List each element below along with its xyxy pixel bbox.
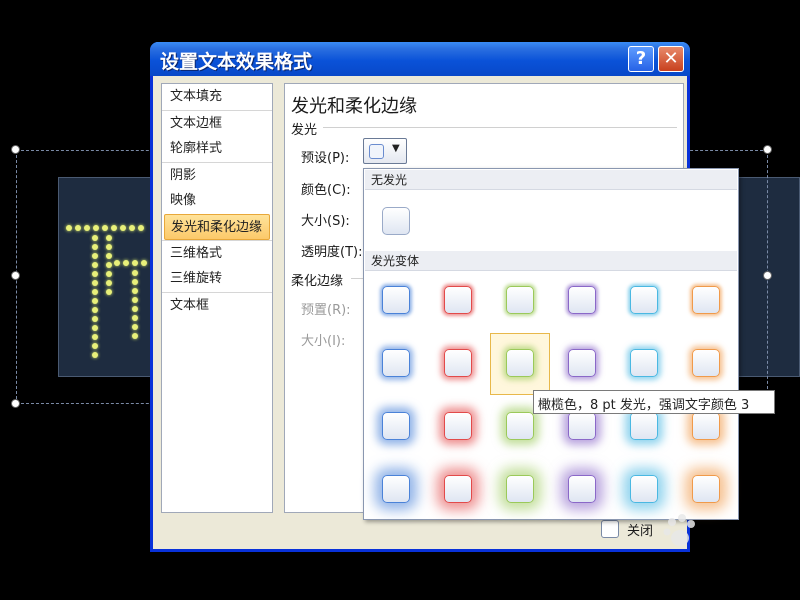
glow-swatch[interactable]	[444, 349, 472, 377]
category-item[interactable]: 文本填充	[162, 84, 272, 110]
glow-swatch[interactable]	[568, 286, 596, 314]
glow-swatch[interactable]	[630, 286, 658, 314]
category-item[interactable]: 发光和柔化边缘	[164, 214, 270, 240]
category-item[interactable]: 映像	[162, 188, 272, 214]
watermark-logo	[663, 514, 695, 546]
size-label: 大小(S):	[301, 214, 350, 229]
resize-handle-left[interactable]	[11, 271, 20, 280]
glow-swatch[interactable]	[382, 475, 410, 503]
glow-swatch[interactable]	[692, 412, 720, 440]
panel-title: 发光和柔化边缘	[291, 96, 417, 117]
category-item[interactable]: 文本边框	[162, 110, 272, 136]
glow-swatch[interactable]	[630, 349, 658, 377]
glow-variations-header: 发光变体	[365, 251, 737, 271]
glow-group-divider	[323, 127, 677, 128]
help-button[interactable]: ?	[628, 46, 654, 72]
glow-swatch[interactable]	[692, 349, 720, 377]
glow-swatch[interactable]	[630, 475, 658, 503]
glow-swatch[interactable]	[444, 412, 472, 440]
glow-swatch[interactable]	[692, 475, 720, 503]
glow-swatch[interactable]	[382, 412, 410, 440]
close-button-frame[interactable]	[601, 520, 619, 538]
resize-handle-top-left[interactable]	[11, 145, 20, 154]
glow-swatch[interactable]	[692, 286, 720, 314]
resize-handle-right[interactable]	[763, 271, 772, 280]
soft-edges-group-heading: 柔化边缘	[291, 274, 344, 289]
dialog-title: 设置文本效果格式	[160, 51, 313, 73]
glow-group-heading: 发光	[291, 123, 318, 138]
glow-swatch[interactable]	[506, 475, 534, 503]
chevron-down-icon: ▼	[392, 143, 400, 154]
glow-swatch[interactable]	[506, 349, 534, 377]
glow-swatch[interactable]	[382, 286, 410, 314]
no-glow-swatch[interactable]	[382, 207, 410, 235]
glow-swatch[interactable]	[568, 412, 596, 440]
glow-swatch[interactable]	[568, 349, 596, 377]
category-item[interactable]: 轮廓样式	[162, 136, 272, 162]
glow-swatch[interactable]	[444, 475, 472, 503]
glow-swatch[interactable]	[506, 412, 534, 440]
category-item[interactable]: 三维格式	[162, 240, 272, 266]
swatch-tooltip: 橄榄色，8 pt 发光，强调文字颜色 3	[533, 390, 775, 414]
glow-preset-gallery: 无发光 发光变体	[363, 168, 739, 520]
resize-handle-top-right[interactable]	[763, 145, 772, 154]
glow-swatch[interactable]	[506, 286, 534, 314]
color-label: 颜色(C):	[301, 183, 351, 198]
category-item[interactable]: 阴影	[162, 162, 272, 188]
resize-handle-bottom-left[interactable]	[11, 399, 20, 408]
close-window-button[interactable]: ✕	[658, 46, 684, 72]
category-list: 文本填充 文本边框 轮廓样式 阴影 映像 发光和柔化边缘 三维格式 三维旋转 文本框	[161, 83, 273, 513]
title-bar[interactable]: 设置文本效果格式 ? ✕	[150, 42, 690, 76]
glow-swatch[interactable]	[630, 412, 658, 440]
soft-size-label: 大小(I):	[301, 334, 346, 349]
transparency-label: 透明度(T):	[301, 245, 363, 260]
glow-swatch[interactable]	[382, 349, 410, 377]
category-item[interactable]: 文本框	[162, 292, 272, 318]
category-item[interactable]: 三维旋转	[162, 266, 272, 292]
preset-swatch-icon	[369, 144, 384, 159]
close-button[interactable]: 关闭	[627, 520, 653, 539]
preset-dropdown-button[interactable]: ▼	[363, 138, 407, 164]
soft-preset-label: 预置(R):	[301, 303, 351, 318]
glow-swatch[interactable]	[444, 286, 472, 314]
preset-label: 预设(P):	[301, 151, 350, 166]
glow-swatch[interactable]	[568, 475, 596, 503]
no-glow-header: 无发光	[365, 170, 737, 190]
